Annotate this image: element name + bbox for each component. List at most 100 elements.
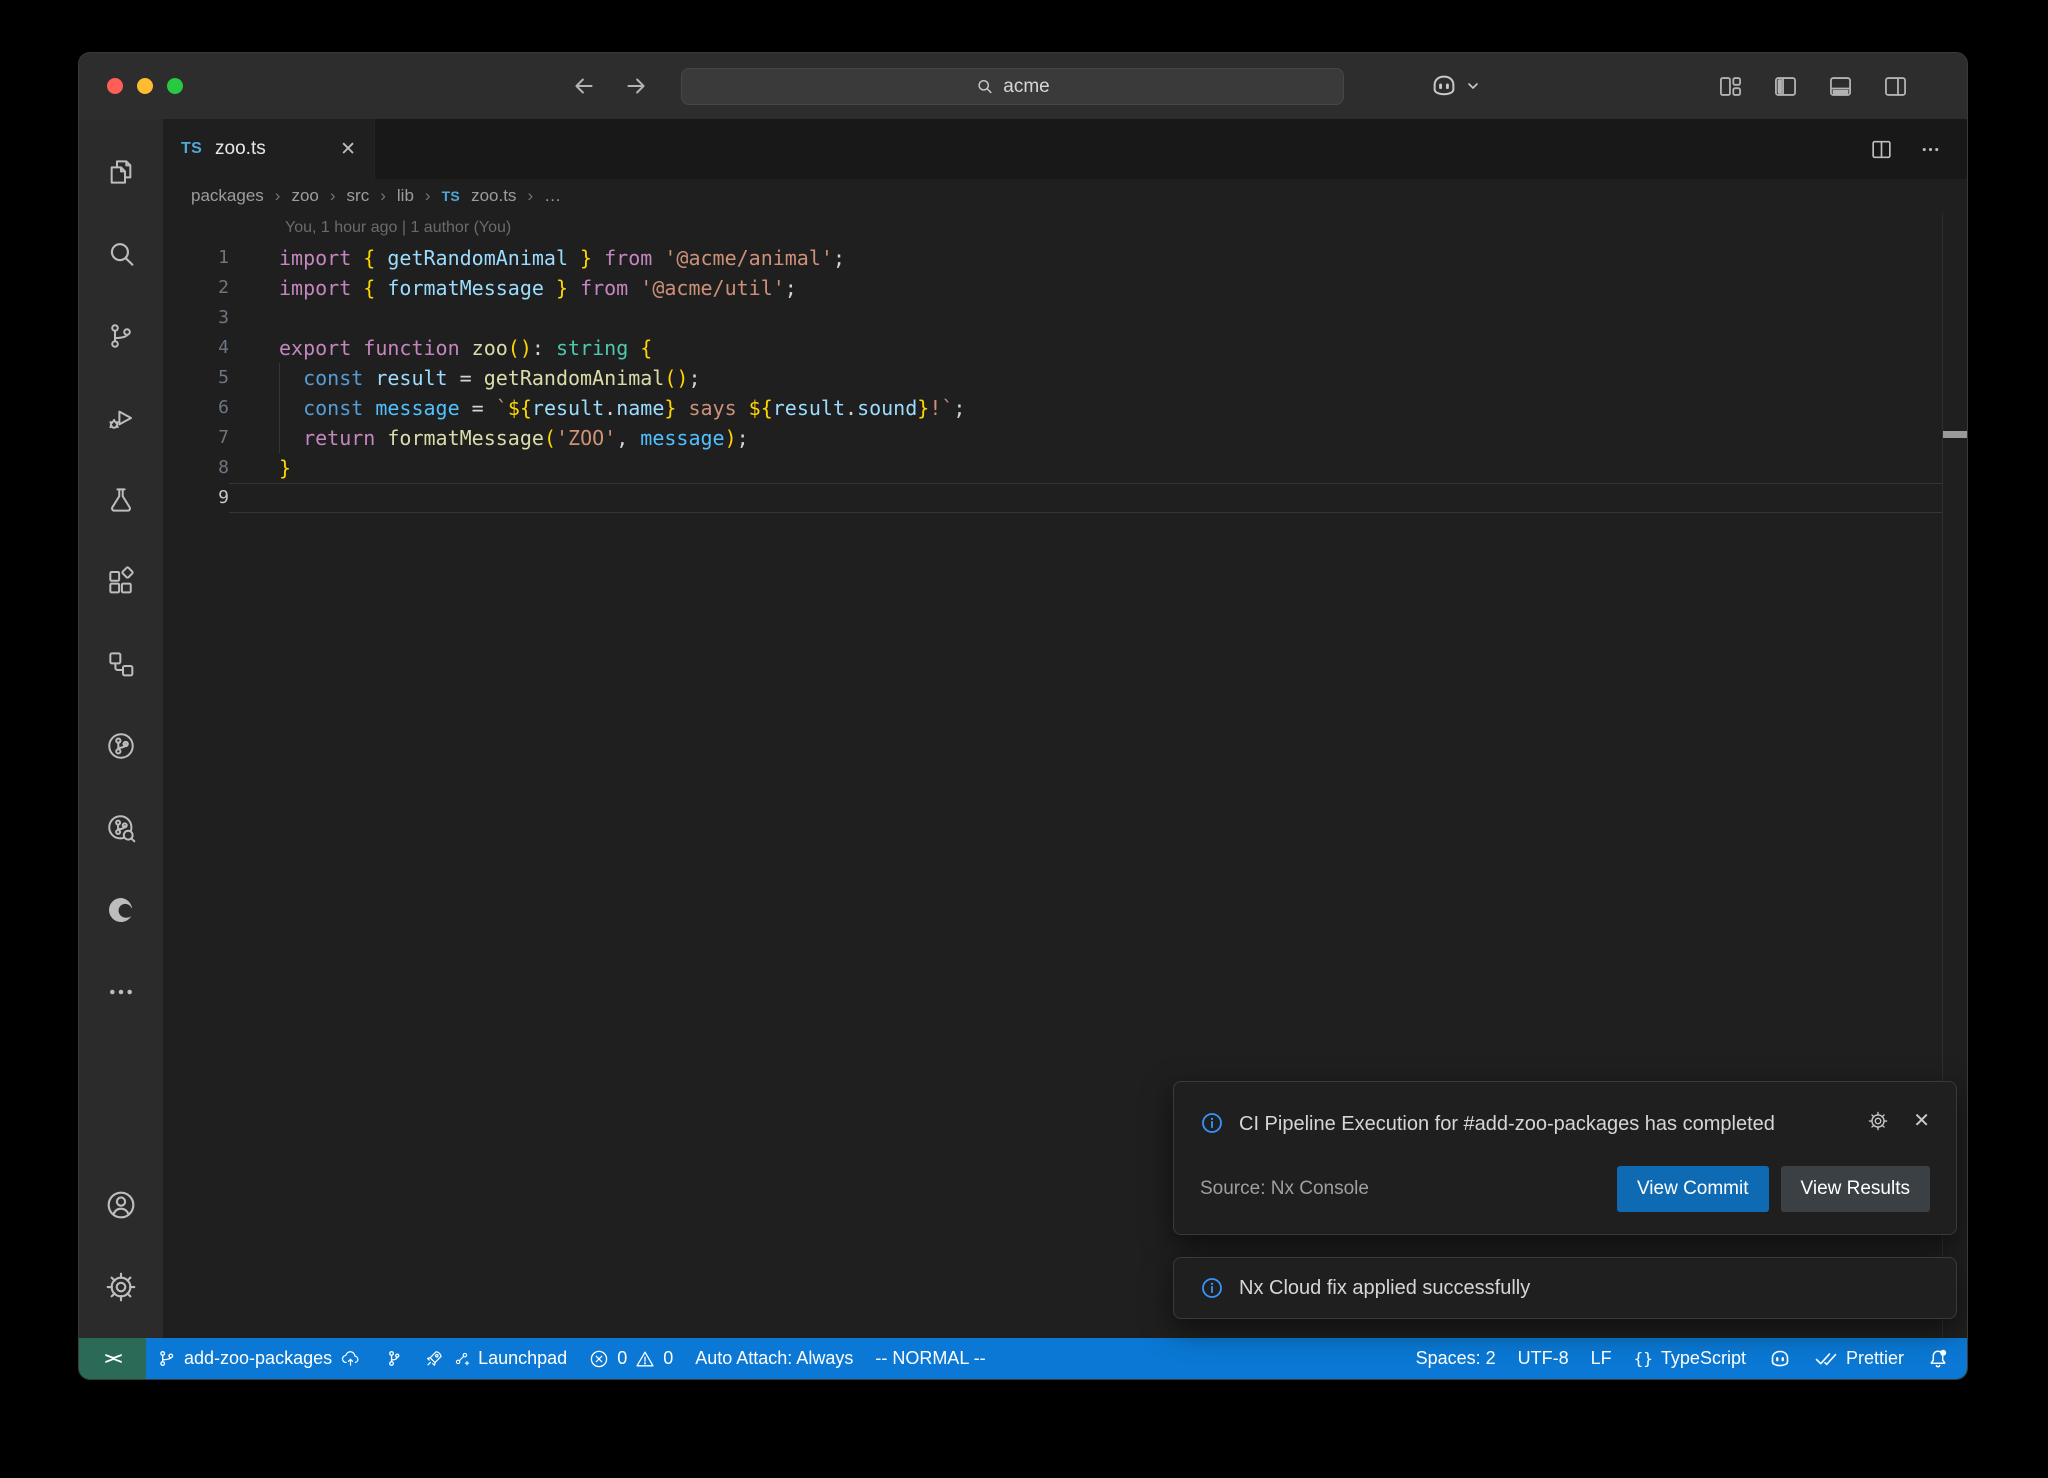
back-arrow-icon[interactable]: [571, 73, 597, 99]
toggle-secondary-sidebar-icon[interactable]: [1882, 73, 1909, 100]
line-number[interactable]: 4: [163, 333, 229, 363]
source-control-graph-status[interactable]: [372, 1338, 413, 1379]
activity-explorer[interactable]: [79, 131, 163, 213]
problems-status[interactable]: 0 0: [578, 1338, 684, 1379]
code-line[interactable]: 9: [163, 483, 1967, 513]
line-number[interactable]: 5: [163, 363, 229, 393]
activity-extensions[interactable]: [79, 541, 163, 623]
auto-attach-status[interactable]: Auto Attach: Always: [684, 1338, 864, 1379]
customize-layout-icon[interactable]: [1717, 73, 1744, 100]
close-window-button[interactable]: [107, 78, 123, 94]
code-line[interactable]: 7 return formatMessage('ZOO', message);: [163, 423, 1967, 453]
view-commit-button[interactable]: View Commit: [1617, 1166, 1769, 1212]
activity-run-debug[interactable]: [79, 377, 163, 459]
code-line-content[interactable]: [229, 483, 1943, 513]
toggle-primary-sidebar-icon[interactable]: [1772, 73, 1799, 100]
formatter-status[interactable]: Prettier: [1803, 1338, 1915, 1379]
global-search-input[interactable]: acme: [681, 68, 1344, 105]
code-line[interactable]: 1import { getRandomAnimal } from '@acme/…: [163, 243, 1967, 273]
activity-source-control[interactable]: [79, 295, 163, 377]
line-number[interactable]: 7: [163, 423, 229, 453]
double-check-icon: [1814, 1347, 1838, 1371]
line-number[interactable]: 6: [163, 393, 229, 423]
source-control-graph-icon: [383, 1349, 402, 1368]
branch-name: add-zoo-packages: [184, 1348, 332, 1369]
code-line[interactable]: 5 const result = getRandomAnimal();: [163, 363, 1967, 393]
vim-mode-status[interactable]: -- NORMAL --: [864, 1338, 996, 1379]
notification-close-icon[interactable]: ✕: [1913, 1111, 1930, 1131]
activity-edge-browser[interactable]: [79, 869, 163, 951]
line-number[interactable]: 8: [163, 453, 229, 483]
code-line[interactable]: 4export function zoo(): string {: [163, 333, 1967, 363]
accounts-icon: [104, 1188, 138, 1222]
sparkle-branch-icon: [453, 1350, 470, 1367]
activity-nx-cloud[interactable]: [79, 787, 163, 869]
activity-search[interactable]: [79, 213, 163, 295]
search-icon: [975, 77, 994, 96]
code-line-content[interactable]: }: [229, 453, 1943, 483]
copilot-menu-button[interactable]: [1429, 53, 1481, 119]
overview-ruler-cursor-mark: [1943, 431, 1967, 438]
error-count: 0: [617, 1348, 627, 1369]
code-line-content[interactable]: const result = getRandomAnimal();: [229, 363, 1943, 393]
line-number[interactable]: 1: [163, 243, 229, 273]
project-structure-icon: [105, 648, 137, 680]
minimize-window-button[interactable]: [137, 78, 153, 94]
typescript-file-icon: TS: [181, 140, 202, 158]
indentation-status[interactable]: Spaces: 2: [1405, 1338, 1507, 1379]
forward-arrow-icon[interactable]: [623, 73, 649, 99]
code-line[interactable]: 6 const message = `${result.name} says $…: [163, 393, 1967, 423]
breadcrumb-item[interactable]: lib: [397, 186, 414, 206]
split-editor-icon[interactable]: [1869, 137, 1894, 162]
git-branch-status[interactable]: add-zoo-packages: [146, 1338, 372, 1379]
code-line[interactable]: 8}: [163, 453, 1967, 483]
zoom-window-button[interactable]: [167, 78, 183, 94]
launchpad-status[interactable]: Launchpad: [413, 1338, 578, 1379]
tab-zoo-ts[interactable]: TS zoo.ts ✕: [163, 119, 375, 179]
close-tab-icon[interactable]: ✕: [340, 140, 356, 159]
code-line[interactable]: 2import { formatMessage } from '@acme/ut…: [163, 273, 1967, 303]
code-line[interactable]: 3: [163, 303, 1967, 333]
line-number[interactable]: 3: [163, 303, 229, 333]
breadcrumb-separator-icon: ›: [527, 186, 533, 206]
activity-accounts[interactable]: [79, 1164, 163, 1246]
toggle-panel-icon[interactable]: [1827, 73, 1854, 100]
eol-status[interactable]: LF: [1580, 1338, 1623, 1379]
activity-project-structure[interactable]: [79, 623, 163, 705]
more-actions-icon[interactable]: [1918, 137, 1943, 162]
notification-message: Nx Cloud fix applied successfully: [1239, 1277, 1530, 1300]
breadcrumb-item[interactable]: packages: [191, 186, 264, 206]
breadcrumb-item[interactable]: zoo: [291, 186, 318, 206]
code-line-content[interactable]: [229, 303, 1943, 333]
notification-toast: Nx Cloud fix applied successfully: [1173, 1257, 1957, 1319]
code-line-content[interactable]: import { getRandomAnimal } from '@acme/a…: [229, 243, 1943, 273]
code-line-content[interactable]: import { formatMessage } from '@acme/uti…: [229, 273, 1943, 303]
encoding-status[interactable]: UTF-8: [1507, 1338, 1580, 1379]
title-bar: acme: [79, 53, 1967, 119]
notifications-bell[interactable]: [1915, 1338, 1961, 1379]
notification-settings-gear-icon[interactable]: [1867, 1110, 1889, 1132]
copilot-status[interactable]: [1757, 1338, 1803, 1379]
activity-nx-console[interactable]: [79, 705, 163, 787]
line-number[interactable]: 2: [163, 273, 229, 303]
breadcrumb-file[interactable]: zoo.ts: [471, 186, 516, 206]
breadcrumb-symbol-overflow[interactable]: …: [544, 186, 561, 206]
source-control-icon: [105, 320, 137, 352]
braces-icon: {}: [1634, 1349, 1653, 1368]
git-blame-annotation: You, 1 hour ago | 1 author (You): [163, 213, 1967, 243]
code-line-content[interactable]: return formatMessage('ZOO', message);: [229, 423, 1943, 453]
language-mode-status[interactable]: {} TypeScript: [1623, 1338, 1757, 1379]
breadcrumb-item[interactable]: src: [347, 186, 370, 206]
indent-guide: [279, 393, 280, 423]
activity-more-views[interactable]: [79, 951, 163, 1033]
language-label: TypeScript: [1661, 1348, 1746, 1369]
cloud-upload-icon: [340, 1348, 361, 1369]
view-results-button[interactable]: View Results: [1781, 1166, 1930, 1212]
activity-testing[interactable]: [79, 459, 163, 541]
activity-settings[interactable]: [79, 1246, 163, 1328]
typescript-file-icon: TS: [442, 188, 461, 204]
line-number[interactable]: 9: [163, 483, 229, 513]
code-line-content[interactable]: export function zoo(): string {: [229, 333, 1943, 363]
remote-indicator[interactable]: ><: [79, 1338, 146, 1379]
code-line-content[interactable]: const message = `${result.name} says ${r…: [229, 393, 1943, 423]
